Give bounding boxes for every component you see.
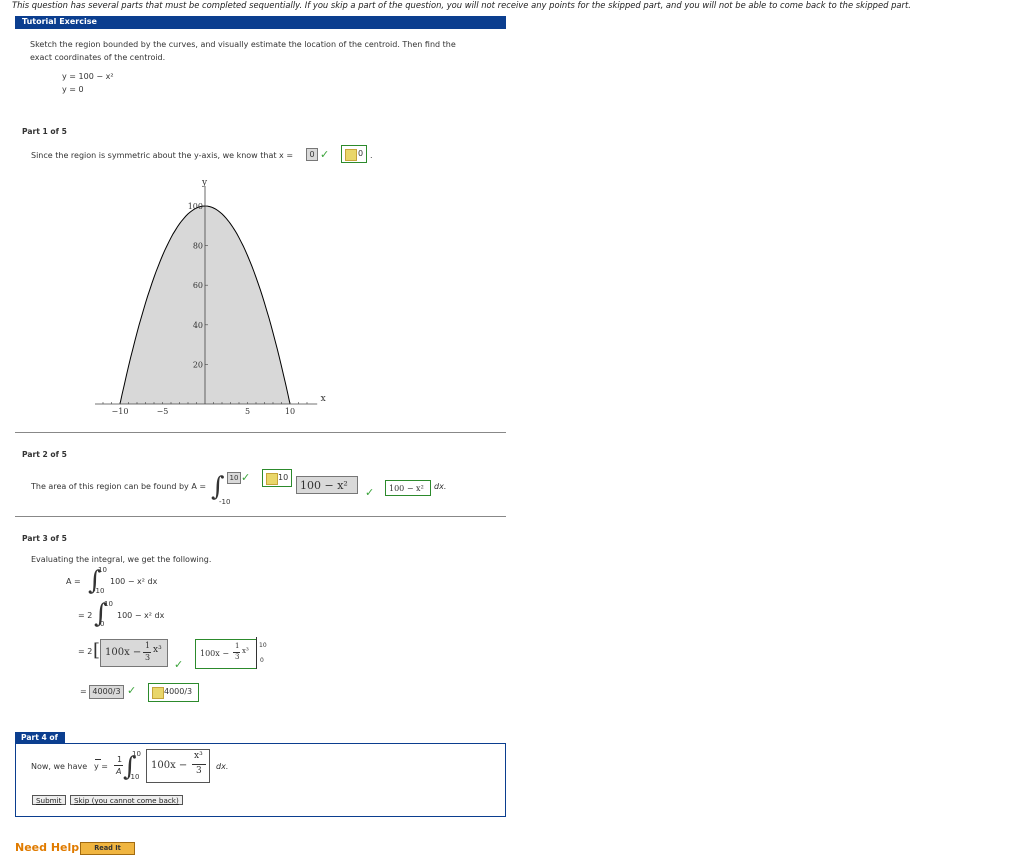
- part-3-line1-integrand: 100 − x² dx: [110, 577, 158, 586]
- x-tick-label: −5: [157, 407, 169, 416]
- key-icon: [266, 473, 278, 485]
- antiderivative-main: 100x −: [105, 647, 142, 658]
- key-icon: [152, 687, 164, 699]
- tutorial-prompt: Sketch the region bounded by the curves,…: [30, 40, 456, 62]
- part-2-label: Part 2 of 5: [22, 450, 67, 459]
- curve-equation-1: y = 100 − x²: [62, 72, 114, 81]
- key-icon: [345, 149, 357, 161]
- part-4-input-denominator: 3: [196, 766, 202, 776]
- section-divider-2: [15, 516, 506, 517]
- part-3-intro: Evaluating the integral, we get the foll…: [31, 555, 212, 564]
- ybar-overline: [95, 759, 101, 760]
- part-3-key-antiderivative[interactable]: 100x − 1 3 x³: [195, 639, 257, 669]
- part-3-eq2: = 2: [78, 611, 93, 620]
- part-4-input-fraction-bar: [192, 764, 206, 765]
- x-tick-label: 10: [285, 407, 295, 416]
- key-antiderivative-main: 100x −: [200, 649, 230, 658]
- part-2-key-upper[interactable]: 10: [262, 469, 292, 487]
- part-3-result: 4000/3: [89, 685, 124, 699]
- y-tick-label: 20: [193, 360, 203, 369]
- part-3-eq3: = 2: [78, 647, 93, 656]
- part-4-integrand-input[interactable]: 100x − x³ 3: [146, 749, 210, 783]
- y-tick-label: 40: [193, 321, 203, 330]
- need-help-label: Need Help?: [15, 841, 86, 854]
- part-4-text: Now, we have: [31, 762, 88, 771]
- part-2-key-upper-value: 10: [278, 473, 289, 482]
- part-3-antiderivative-check-icon: ✓: [174, 658, 184, 671]
- x-tick-label: −10: [112, 407, 129, 416]
- part-2-key-integrand[interactable]: 100 − x²: [385, 480, 431, 496]
- curve-equation-2: y = 0: [62, 85, 84, 94]
- part-2-lower-limit: -10: [219, 498, 231, 506]
- part-2-integrand: 100 − x²: [296, 476, 358, 494]
- part-1-key-answer[interactable]: 0: [341, 145, 367, 163]
- part-3-key-result-value: 4000/3: [164, 687, 193, 696]
- eval-bar: [256, 637, 257, 669]
- part-3-result-check-icon: ✓: [127, 684, 137, 697]
- part-2-dx: dx.: [434, 482, 447, 491]
- y-tick-label: 80: [193, 242, 203, 251]
- sequential-warning: This question has several parts that mus…: [12, 0, 911, 10]
- part-3-a-eq: A =: [66, 577, 81, 586]
- tutorial-header: Tutorial Exercise: [15, 16, 506, 28]
- part-3-antiderivative: 100x − 1 3 x³: [100, 639, 168, 667]
- x-axis-label: x: [321, 394, 326, 404]
- part-3-eq4: =: [80, 687, 87, 696]
- part-4-ybar: y =: [94, 762, 108, 771]
- y-tick-label: 60: [193, 281, 203, 290]
- left-bracket: [: [93, 640, 101, 661]
- part-3-line2-integrand: 100 − x² dx: [117, 611, 165, 620]
- x-tick-label: 5: [245, 407, 250, 416]
- part-3-key-result[interactable]: 4000/3: [148, 683, 199, 702]
- prompt-line-2: exact coordinates of the centroid.: [30, 53, 166, 62]
- part-4-coef-bar: [114, 765, 123, 766]
- part-3-line2-lower: 0: [100, 620, 105, 628]
- part-4-coef-den: A: [116, 767, 122, 776]
- fraction-numerator: 1: [145, 641, 151, 650]
- part-2-upper-limit: 10: [227, 472, 241, 484]
- part-1-text: Since the region is symmetric about the …: [31, 151, 294, 160]
- part-4-input-main: 100x −: [151, 760, 188, 771]
- part-1-period: .: [370, 151, 373, 160]
- part-1-label: Part 1 of 5: [22, 127, 67, 136]
- submit-button[interactable]: Submit: [32, 795, 66, 805]
- y-axis-label: y: [201, 178, 208, 188]
- part-1-key-value: 0: [358, 149, 364, 158]
- part-3-eval-upper: 10: [259, 642, 267, 649]
- part-2-integrand-check-icon: ✓: [365, 486, 375, 499]
- part-3-label: Part 3 of 5: [22, 534, 67, 543]
- skip-button[interactable]: Skip (you cannot come back): [70, 795, 183, 805]
- read-it-button[interactable]: Read It: [80, 842, 135, 855]
- y-tick-label: 100: [188, 202, 203, 211]
- part-4-coef-num: 1: [117, 755, 123, 764]
- key-antiderivative-power: x³: [242, 647, 249, 655]
- part-1-check-icon: ✓: [320, 148, 330, 161]
- part-4-upper: 10: [132, 750, 141, 758]
- part-1-answer: 0: [306, 148, 318, 161]
- part-3-line1-lower: -10: [93, 587, 105, 595]
- part-3-eval-lower: 0: [260, 657, 264, 664]
- key-fraction-denominator: 3: [235, 653, 240, 661]
- parabola-chart: −10 −5 5 10 20 40 60 80 100 x y: [95, 178, 326, 416]
- part-2-text: The area of this region can be found by …: [31, 482, 207, 491]
- part-3-line1-upper: 10: [98, 566, 107, 574]
- part-3-line2-upper: 10: [104, 600, 113, 608]
- fraction-denominator: 3: [145, 653, 151, 662]
- key-fraction-numerator: 1: [235, 642, 240, 650]
- tutorial-header-underline: [15, 28, 506, 29]
- prompt-line-1: Sketch the region bounded by the curves,…: [30, 40, 456, 49]
- part-4-lower: -10: [128, 773, 140, 781]
- section-divider-1: [15, 432, 506, 433]
- part-4-dx: dx.: [216, 762, 229, 771]
- part-4-label: Part 4 of 5: [15, 732, 65, 753]
- part-2-upper-check-icon: ✓: [241, 471, 251, 484]
- part-4-input-numerator: x³: [194, 751, 203, 761]
- integral-sign: ∫: [211, 472, 225, 502]
- antiderivative-power: x³: [153, 645, 162, 655]
